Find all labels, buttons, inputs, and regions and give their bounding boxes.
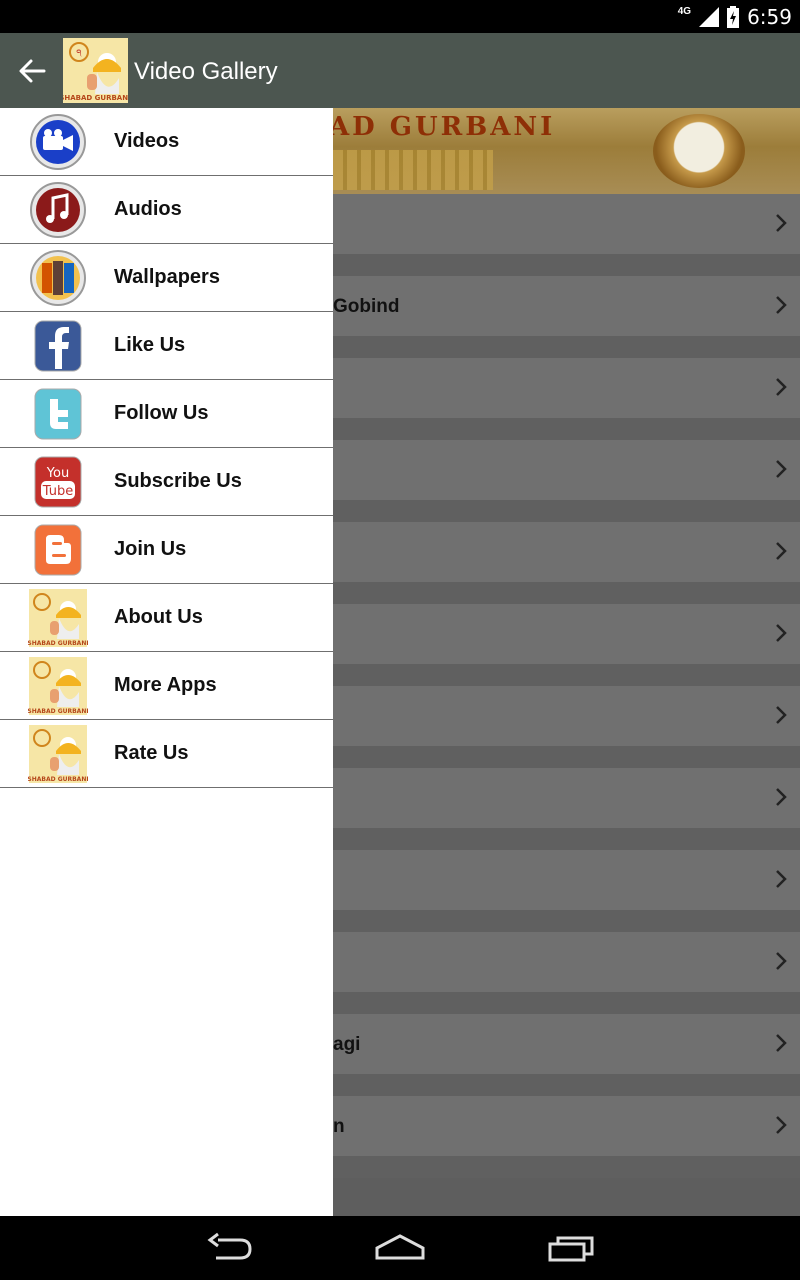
list-item: Gobind (333, 276, 800, 336)
list-divider (333, 500, 800, 522)
svg-text:੧: ੧ (76, 48, 82, 59)
drawer-item-more-apps[interactable]: SHABAD GURBANI More Apps (0, 652, 333, 720)
list-divider (333, 418, 800, 440)
chevron-right-icon (776, 378, 787, 396)
facebook-icon (34, 320, 82, 372)
chevron-right-icon (776, 706, 787, 724)
page-title: Video Gallery (134, 58, 278, 85)
list-item (333, 440, 800, 500)
list-divider (333, 746, 800, 768)
chevron-right-icon (776, 870, 787, 888)
list-item-title: n (333, 1116, 345, 1137)
banner-temple-image (333, 150, 493, 190)
drawer-item-about-us[interactable]: SHABAD GURBANI About Us (0, 584, 333, 652)
youtube-icon: You Tube (34, 456, 82, 508)
svg-text:You: You (46, 466, 69, 481)
drawer-item-label: About Us (114, 606, 203, 628)
drawer-item-join-us[interactable]: Join Us (0, 516, 333, 584)
chevron-right-icon (776, 296, 787, 314)
list-item (333, 686, 800, 746)
home-nav-icon[interactable] (374, 1232, 426, 1264)
svg-text:Tube: Tube (42, 484, 73, 499)
recent-apps-icon[interactable] (546, 1232, 596, 1264)
drawer-item-label: More Apps (114, 674, 217, 696)
drawer-item-label: Like Us (114, 334, 186, 356)
chevron-right-icon (776, 952, 787, 970)
app-logo-icon: SHABAD GURBANI (28, 657, 88, 715)
blogger-icon (34, 524, 82, 576)
list-item (333, 768, 800, 828)
list-divider (333, 1156, 800, 1178)
list-item (333, 932, 800, 992)
navigation-drawer: Videos Audios Wallpapers Like Us Follow Us Yo… (0, 108, 333, 1216)
wallpaper-icon (30, 250, 86, 306)
list-item: agi (333, 1014, 800, 1074)
chevron-right-icon (776, 788, 787, 806)
header-banner: AD GURBANI (333, 108, 800, 194)
list-item-title: agi (333, 1034, 361, 1055)
drawer-item-rate-us[interactable]: SHABAD GURBANI Rate Us (0, 720, 333, 788)
list-divider (333, 336, 800, 358)
svg-text:SHABAD GURBANI: SHABAD GURBANI (28, 640, 88, 647)
app-bar: ੧ SHABAD GURBANI Video Gallery (0, 33, 800, 108)
chevron-right-icon (776, 214, 787, 232)
banner-guru-portrait (653, 114, 745, 188)
system-nav-bar (0, 1216, 800, 1280)
chevron-right-icon (776, 1034, 787, 1052)
list-divider (333, 1074, 800, 1096)
status-bar: 4G 6:59 (0, 0, 800, 33)
svg-text:SHABAD GURBANI: SHABAD GURBANI (28, 708, 88, 715)
list-item (333, 358, 800, 418)
clock: 6:59 (747, 5, 792, 29)
video-camera-icon (30, 114, 86, 170)
list-divider (333, 582, 800, 604)
drawer-item-label: Videos (114, 130, 180, 152)
chevron-right-icon (776, 1116, 787, 1134)
list-divider (333, 910, 800, 932)
svg-text:SHABAD GURBANI: SHABAD GURBANI (28, 776, 88, 783)
svg-text:SHABAD GURBANI: SHABAD GURBANI (63, 94, 128, 102)
chevron-right-icon (776, 542, 787, 560)
list-item (333, 522, 800, 582)
list-divider (333, 664, 800, 686)
drawer-item-label: Subscribe Us (114, 470, 242, 492)
list-item (333, 604, 800, 664)
music-note-icon (30, 182, 86, 238)
drawer-item-label: Rate Us (114, 742, 189, 764)
back-arrow-icon[interactable] (16, 55, 48, 87)
network-type: 4G (677, 5, 692, 17)
drawer-item-wallpapers[interactable]: Wallpapers (0, 244, 333, 312)
list-item-title: Gobind (333, 296, 400, 317)
battery-icon (727, 6, 740, 28)
list-divider (333, 254, 800, 276)
drawer-item-label: Wallpapers (114, 266, 220, 288)
list-item: n (333, 1096, 800, 1156)
signal-icon (699, 7, 720, 27)
app-logo-icon: SHABAD GURBANI (28, 725, 88, 783)
drawer-item-follow-us[interactable]: Follow Us (0, 380, 333, 448)
chevron-right-icon (776, 624, 787, 642)
list-item (333, 850, 800, 910)
back-nav-icon[interactable] (206, 1232, 254, 1264)
list-divider (333, 992, 800, 1014)
drawer-item-audios[interactable]: Audios (0, 176, 333, 244)
chevron-right-icon (776, 460, 787, 478)
banner-text: AD GURBANI (333, 112, 556, 142)
drawer-item-like-us[interactable]: Like Us (0, 312, 333, 380)
list-divider (333, 828, 800, 850)
drawer-item-label: Join Us (114, 538, 187, 560)
drawer-item-videos[interactable]: Videos (0, 108, 333, 176)
drawer-item-subscribe-us[interactable]: You Tube Subscribe Us (0, 448, 333, 516)
app-logo-icon: ੧ SHABAD GURBANI (63, 38, 128, 103)
drawer-item-label: Audios (114, 198, 182, 220)
app-logo-icon: SHABAD GURBANI (28, 589, 88, 647)
list-item (333, 194, 800, 254)
drawer-item-label: Follow Us (114, 402, 209, 424)
twitter-icon (34, 388, 82, 440)
